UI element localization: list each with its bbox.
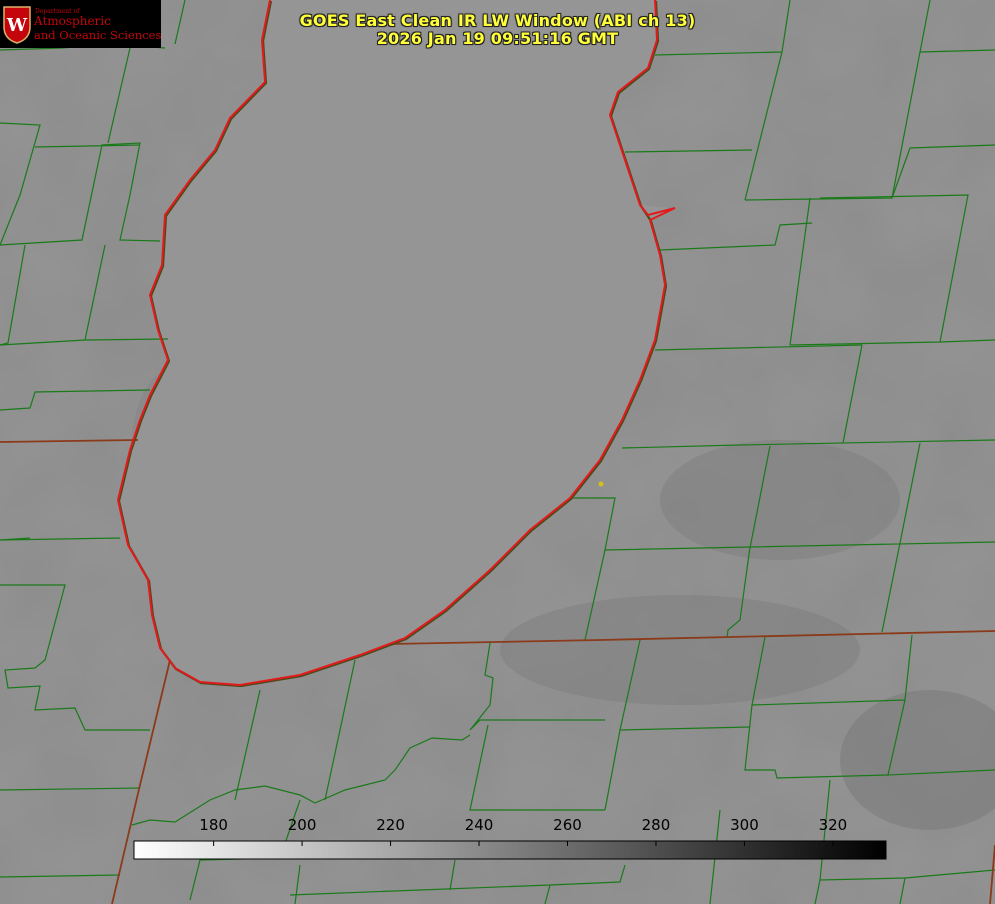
colorbar-tick-label: 320 [819, 816, 848, 834]
colorbar-tick-label: 260 [553, 816, 582, 834]
image-timestamp: 2026 Jan 19 09:51:16 GMT [376, 29, 619, 48]
colorbar-tick-label: 180 [199, 816, 228, 834]
dark-patch [500, 595, 860, 705]
colorbar-tick-label: 300 [730, 816, 759, 834]
colorbar-tick-label: 220 [376, 816, 405, 834]
satellite-image-view: 180 200 220 240 260 280 300 320 W Department of… [0, 0, 995, 904]
colorbar-tick-label: 200 [288, 816, 317, 834]
image-title: GOES East Clean IR LW Window (ABI ch 13) [299, 11, 696, 30]
colorbar-tick-label: 240 [465, 816, 494, 834]
ir-map: 180 200 220 240 260 280 300 320 [0, 0, 995, 904]
colorbar-tick-label: 280 [642, 816, 671, 834]
colorbar-gradient [133, 840, 887, 860]
location-marker [598, 481, 604, 487]
dark-patch [660, 440, 900, 560]
